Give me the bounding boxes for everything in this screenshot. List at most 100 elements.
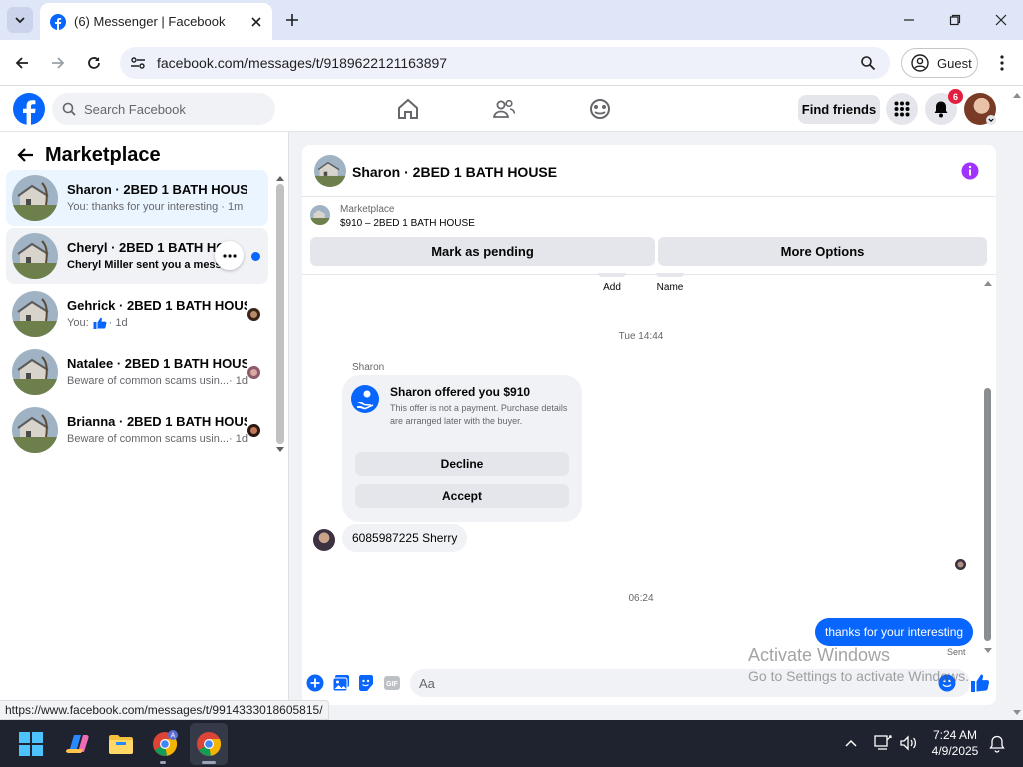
conversation-name: Brianna · 2BED 1 BATH HOUSE — [67, 414, 247, 429]
tab-search-button[interactable] — [7, 7, 33, 33]
more-options-button[interactable]: More Options — [658, 237, 987, 266]
info-icon[interactable] — [961, 162, 979, 180]
close-tab-icon[interactable] — [250, 16, 262, 28]
chat-header: Sharon · 2BED 1 BATH HOUSE — [302, 145, 996, 197]
tab-title: (6) Messenger | Facebook — [74, 14, 226, 29]
browser-tab-messenger[interactable]: (6) Messenger | Facebook — [40, 3, 272, 40]
chat-scroll-down-arrow-icon[interactable] — [983, 647, 993, 655]
reload-button[interactable] — [82, 51, 106, 75]
page-scroll-down-arrow-icon[interactable] — [1012, 709, 1022, 717]
more-horizontal-icon — [222, 253, 237, 258]
browser-toolbar: facebook.com/messages/t/9189622121163897… — [0, 40, 1023, 86]
conversation-options-button[interactable] — [215, 241, 244, 270]
sent-message-bubble: thanks for your interesting — [815, 618, 974, 646]
sent-status: Sent — [947, 647, 966, 657]
file-explorer-icon[interactable] — [107, 730, 135, 758]
home-icon[interactable] — [395, 97, 421, 121]
arrow-left-icon — [15, 57, 28, 69]
chrome-active-taskbar-item[interactable] — [190, 723, 228, 765]
conversation-item-natalee[interactable]: Natalee · 2BED 1 BATH HOUSE Beware of co… — [6, 344, 268, 400]
chat-scrollbar[interactable] — [984, 388, 991, 641]
name-action-circle[interactable] — [656, 273, 684, 277]
show-hidden-icons-chevron-icon[interactable] — [845, 738, 857, 748]
plus-icon — [286, 14, 298, 26]
more-actions-plus-icon[interactable] — [306, 674, 324, 692]
conversation-item-gehrick[interactable]: Gehrick · 2BED 1 BATH HOUSE You: · 1d — [6, 286, 268, 342]
volume-icon[interactable] — [899, 735, 917, 751]
address-bar[interactable]: facebook.com/messages/t/9189622121163897 — [120, 47, 890, 79]
new-tab-button[interactable] — [281, 9, 303, 31]
sticker-icon[interactable] — [357, 674, 375, 692]
page-scroll-up-arrow-icon[interactable] — [1012, 91, 1022, 99]
notification-center-bell-icon[interactable] — [989, 735, 1005, 753]
conversation-name: Sharon · 2BED 1 BATH HOUSE — [67, 182, 247, 197]
add-action-circle[interactable] — [598, 273, 626, 277]
back-button[interactable] — [10, 51, 34, 75]
site-info-icon[interactable] — [130, 55, 146, 71]
notification-count-badge: 6 — [948, 89, 963, 104]
profile-label: Guest — [937, 55, 972, 71]
kebab-menu-icon — [1000, 55, 1004, 71]
listing-mini-thumbnail — [310, 205, 330, 225]
conversation-item-brianna[interactable]: Brianna · 2BED 1 BATH HOUSE Beware of co… — [6, 402, 268, 458]
gaming-icon[interactable] — [587, 97, 613, 121]
facebook-search-input[interactable]: Search Facebook — [52, 93, 275, 125]
thumbs-up-icon — [93, 317, 107, 329]
offer-description: This offer is not a payment. Purchase de… — [390, 403, 568, 426]
like-thumbs-up-icon[interactable] — [970, 673, 990, 693]
chevron-down-icon — [15, 17, 25, 24]
browser-menu-button[interactable] — [990, 51, 1014, 75]
windows-start-icon[interactable] — [19, 732, 43, 756]
zoom-search-icon[interactable] — [860, 55, 876, 71]
close-icon — [995, 14, 1007, 26]
copilot-icon[interactable] — [63, 730, 91, 758]
chat-listing-avatar[interactable] — [314, 155, 346, 187]
conversation-name: Natalee · 2BED 1 BATH HOUSE — [67, 356, 247, 371]
profile-guest-button[interactable]: Guest — [901, 48, 978, 78]
marketplace-sidebar: Marketplace Sharon · 2BED 1 BATH HOUSE Y… — [0, 132, 289, 720]
taskbar-clock[interactable]: 7:24 AM 4/9/2025 — [925, 727, 985, 759]
message-input-placeholder: Aa — [419, 676, 435, 691]
chrome-profile-icon[interactable]: A — [151, 730, 179, 758]
restore-button[interactable] — [943, 8, 967, 32]
bell-icon — [934, 101, 948, 118]
scroll-down-arrow-icon[interactable] — [275, 446, 285, 454]
activate-windows-title: Activate Windows — [748, 645, 891, 665]
gif-icon[interactable]: GIF — [383, 674, 401, 692]
network-icon[interactable] — [874, 735, 892, 751]
grid-icon — [894, 101, 910, 117]
find-friends-button[interactable]: Find friends — [798, 95, 880, 124]
accept-offer-button[interactable]: Accept — [355, 484, 569, 508]
chat-title[interactable]: Sharon · 2BED 1 BATH HOUSE — [352, 164, 557, 180]
conversation-snippet: Beware of common scams usin...· 1d — [67, 433, 248, 445]
offer-hand-icon — [351, 385, 379, 413]
decline-offer-button[interactable]: Decline — [355, 452, 569, 476]
back-arrow-icon[interactable] — [16, 147, 34, 163]
mark-as-pending-button[interactable]: Mark as pending — [310, 237, 655, 266]
offer-card: Sharon offered you $910 This offer is no… — [342, 375, 582, 522]
friends-icon[interactable] — [491, 97, 517, 121]
conversation-snippet: You: · 1d — [67, 317, 128, 329]
forward-button[interactable] — [46, 51, 70, 75]
chat-scroll-up-arrow-icon[interactable] — [983, 279, 993, 287]
facebook-logo-icon[interactable] — [13, 93, 45, 125]
offer-title: Sharon offered you $910 — [390, 385, 531, 399]
sidebar-scrollbar[interactable] — [276, 184, 284, 444]
facebook-favicon-icon — [50, 13, 66, 30]
chat-panel: Sharon · 2BED 1 BATH HOUSE Marketplace $… — [302, 145, 996, 705]
windows-taskbar: A 7:24 AM 4/9/2025 — [0, 720, 1023, 767]
conversation-item-cheryl[interactable]: Cheryl · 2BED 1 BATH HOUSE Cheryl Miller… — [6, 228, 268, 284]
listing-title[interactable]: $910 – 2BED 1 BATH HOUSE — [340, 218, 475, 229]
scroll-up-arrow-icon[interactable] — [275, 174, 285, 182]
marketplace-listing-panel: Marketplace $910 – 2BED 1 BATH HOUSE Mar… — [302, 197, 996, 275]
close-window-button[interactable] — [989, 8, 1013, 32]
search-icon — [62, 102, 76, 116]
minimize-button[interactable] — [897, 8, 921, 32]
menu-grid-button[interactable] — [886, 93, 918, 125]
listing-thumbnail — [12, 407, 58, 453]
buyer-avatar — [247, 424, 260, 437]
conversation-item-sharon[interactable]: Sharon · 2BED 1 BATH HOUSE You: thanks f… — [6, 170, 268, 226]
account-chevron-icon[interactable] — [986, 115, 996, 125]
snippet-text: Beware of common scams usin... — [67, 433, 230, 445]
attach-photo-icon[interactable] — [332, 674, 350, 692]
